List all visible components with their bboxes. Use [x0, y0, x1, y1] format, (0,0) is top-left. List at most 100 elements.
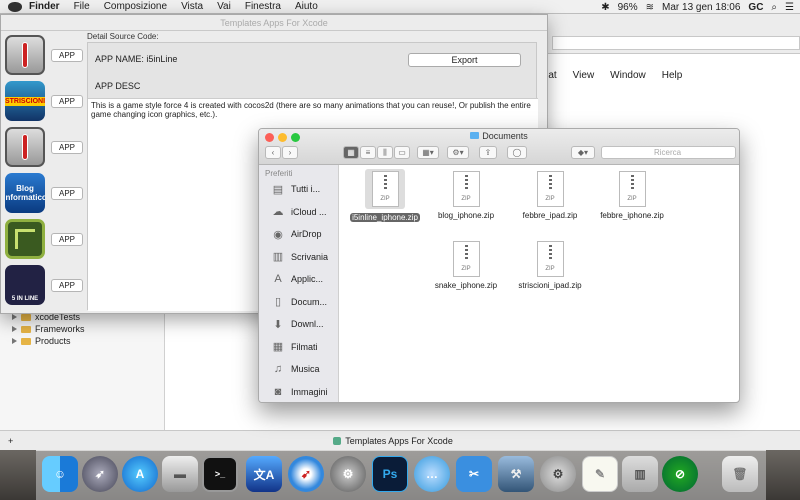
app-button[interactable]: APP [51, 186, 83, 200]
xcode-menu-help[interactable]: Help [662, 70, 683, 81]
instruments-icon[interactable]: ⊘ [662, 456, 698, 492]
dropbox-icon[interactable]: ◆▾ [571, 146, 595, 159]
file-name: i5inline_iphone.zip [350, 213, 420, 222]
terminal-icon[interactable]: >_ [202, 456, 238, 492]
search-field[interactable]: Ricerca [601, 146, 736, 159]
sidebar-item-label: Tutti i... [291, 184, 321, 195]
finder-icon[interactable]: ☺ [42, 456, 78, 492]
sidebar-item-music[interactable]: ♫ Musica [259, 358, 338, 381]
sidebar-item-pictures[interactable]: ◙ Immagini [259, 381, 338, 403]
xcode-debug-bar: + Templates Apps For Xcode [0, 430, 800, 450]
disclosure-icon[interactable] [12, 326, 17, 332]
xcode-menu-view[interactable]: View [573, 70, 595, 81]
menu-file[interactable]: File [67, 0, 97, 14]
menu-view[interactable]: Vista [174, 0, 210, 14]
user-menu[interactable]: GC [748, 2, 763, 13]
file-item[interactable]: ZIP blog_iphone.zip [426, 171, 506, 220]
tree-item-frameworks[interactable]: Frameworks [12, 323, 85, 335]
file-item[interactable]: ZIP i5inline_iphone.zip [345, 169, 425, 222]
trash-icon[interactable]: 🗑 [722, 456, 758, 492]
disclosure-icon[interactable] [12, 314, 17, 320]
sidebar-item-applications[interactable]: A Applic... [259, 268, 338, 291]
file-type-label: ZIP [545, 266, 555, 272]
menu-app-finder[interactable]: Finder [22, 0, 67, 14]
textedit-icon[interactable]: ✎ [582, 456, 618, 492]
thermometer-app-icon[interactable] [5, 127, 45, 167]
bluetooth-icon[interactable]: ✱ [601, 2, 609, 13]
app-desc-label: APP DESC [95, 81, 141, 91]
sidebar-item-label: Immagini [291, 386, 328, 397]
sidebar-item-airdrop[interactable]: ◉ AirDrop [259, 223, 338, 246]
xcode-jump-bar[interactable] [552, 36, 800, 50]
add-icon[interactable]: + [8, 436, 13, 446]
music-icon: ♫ [273, 363, 283, 376]
export-button[interactable]: Export [408, 53, 521, 67]
search-icon[interactable]: ⌕ [771, 2, 777, 13]
app-button[interactable]: APP [51, 48, 83, 62]
safari-icon[interactable]: ➹ [288, 456, 324, 492]
menu-help[interactable]: Aiuto [288, 0, 325, 14]
sidebar-item-icloud[interactable]: ☁ iCloud ... [259, 201, 338, 224]
app-button[interactable]: APP [51, 140, 83, 154]
blog-app-icon[interactable]: Blog Informatico [5, 173, 45, 213]
notification-icon[interactable]: ☰ [785, 2, 794, 13]
sidebar-item-movies[interactable]: ▦ Filmati [259, 336, 338, 359]
sidebar-item-desktop[interactable]: ▥ Scrivania [259, 246, 338, 269]
snake-app-icon[interactable] [5, 219, 45, 259]
folder-icon [470, 132, 480, 139]
sidebar-item-documents[interactable]: ▯ Docum... [259, 291, 338, 314]
cover-flow-button[interactable]: ▭ [394, 146, 410, 159]
list-view-button[interactable]: ≡ [360, 146, 376, 159]
menu-edit[interactable]: Composizione [97, 0, 174, 14]
sidebar-item-downloads[interactable]: ⬇ Downl... [259, 313, 338, 336]
disk-icon[interactable]: ▬ [162, 456, 198, 492]
file-item[interactable]: ZIP febbre_iphone.zip [592, 171, 672, 220]
thermometer-app-icon[interactable] [5, 35, 45, 75]
sidebar-item-label: AirDrop [291, 229, 322, 240]
file-item[interactable]: ZIP febbre_ipad.zip [510, 171, 590, 220]
app-button[interactable]: APP [51, 94, 83, 108]
zip-file-icon: ZIP [452, 241, 480, 277]
system-preferences-icon[interactable]: ⚙ [330, 456, 366, 492]
app-target-icon [333, 436, 342, 445]
menu-window[interactable]: Finestra [238, 0, 288, 14]
xcode-menu-window[interactable]: Window [610, 70, 646, 81]
menu-go[interactable]: Vai [210, 0, 238, 14]
xcode-icon[interactable]: ⚒ [498, 456, 534, 492]
file-item[interactable]: ZIP striscioni_ipad.zip [510, 241, 590, 290]
file-item[interactable]: ZIP snake_iphone.zip [426, 241, 506, 290]
clock[interactable]: Mar 13 gen 18:06 [662, 2, 740, 13]
zip-file-icon: ZIP [371, 171, 399, 207]
column-view-button[interactable]: ⫼ [377, 146, 393, 159]
striscioni-app-icon[interactable]: STRISCIONI [5, 81, 45, 121]
battery-level[interactable]: 96% [618, 2, 638, 13]
arrange-button[interactable]: ▦▾ [417, 146, 439, 159]
tree-item-products[interactable]: Products [12, 335, 85, 347]
desktop-icon: ▥ [272, 251, 284, 264]
app-row: APP [5, 32, 85, 78]
messages-icon[interactable]: … [414, 456, 450, 492]
forward-button[interactable]: › [282, 146, 298, 159]
archive-utility-icon[interactable]: ▥ [622, 456, 658, 492]
preferences-icon[interactable]: ⚙ [540, 456, 576, 492]
disclosure-icon[interactable] [12, 338, 17, 344]
action-gear-icon[interactable]: ⚙▾ [447, 146, 469, 159]
app-store-icon[interactable]: A [122, 456, 158, 492]
back-button[interactable]: ‹ [265, 146, 281, 159]
utilities-icon[interactable]: ✂ [456, 456, 492, 492]
detail-section-label: Detail Source Code: [87, 32, 159, 41]
icon-view-button[interactable]: ▦ [343, 146, 359, 159]
sidebar-item-all-files[interactable]: ▤ Tutti i... [259, 178, 338, 201]
5inline-app-icon[interactable]: 5 IN LINE [5, 265, 45, 305]
wifi-icon[interactable]: ≋ [646, 2, 654, 13]
files-icon: ▤ [272, 183, 284, 196]
apple-icon[interactable] [8, 1, 22, 12]
folder-icon [21, 313, 31, 321]
launchpad-icon[interactable]: ➶ [82, 456, 118, 492]
photoshop-icon[interactable]: Ps [372, 456, 408, 492]
share-icon[interactable]: ⇪ [479, 146, 497, 159]
app-button[interactable]: APP [51, 232, 83, 246]
tag-icon[interactable]: ◯ [507, 146, 527, 159]
translate-icon[interactable]: 文A [246, 456, 282, 492]
app-button[interactable]: APP [51, 278, 83, 292]
